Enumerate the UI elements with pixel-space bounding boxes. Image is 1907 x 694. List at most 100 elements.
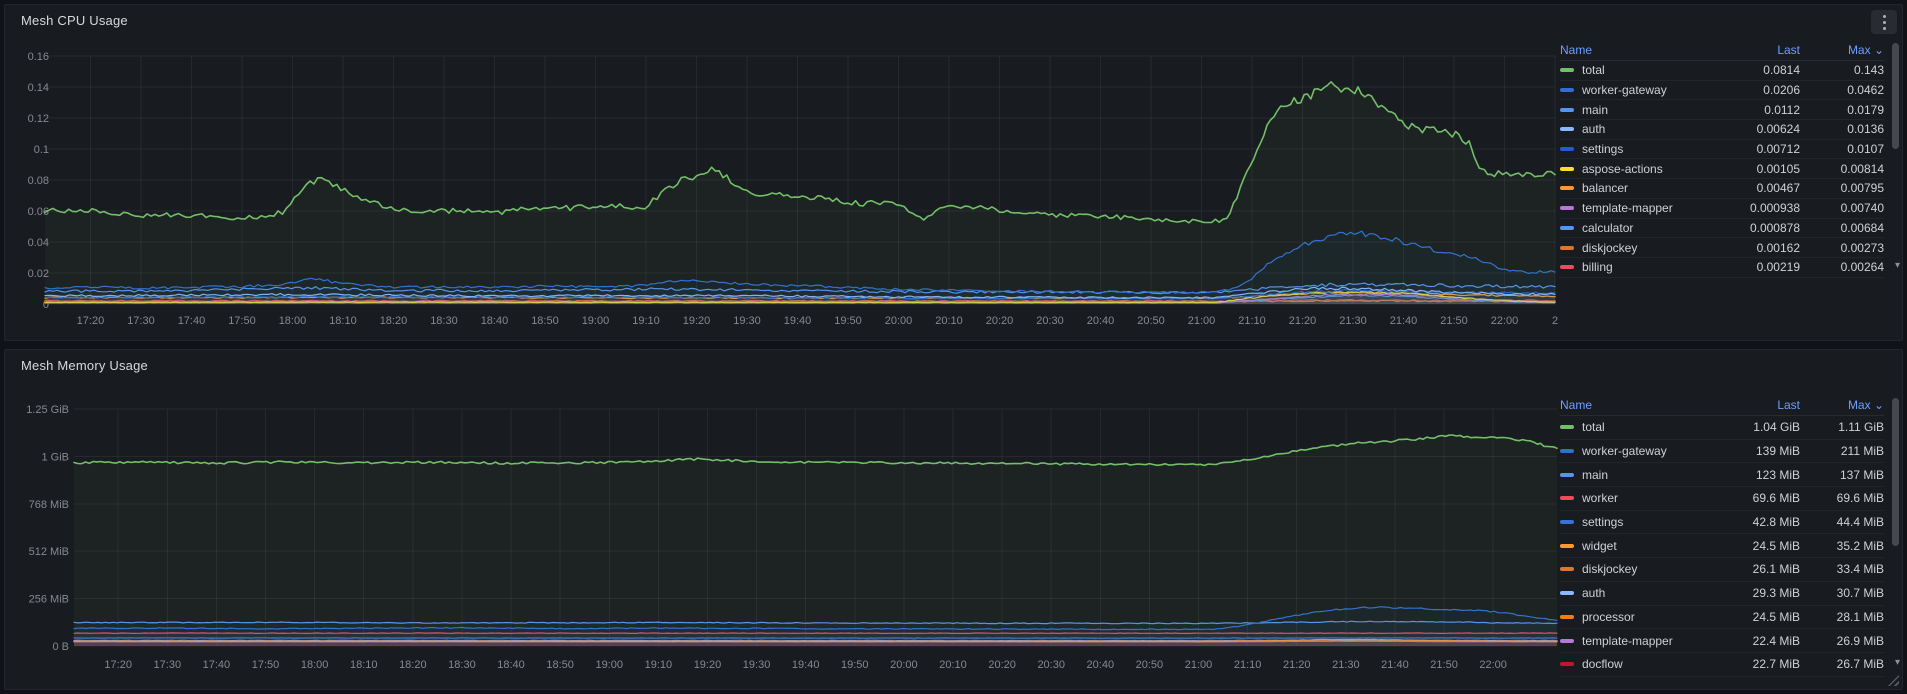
series-name[interactable]: diskjockey bbox=[1582, 241, 1722, 255]
legend-row[interactable]: worker-gateway 139 MiB 211 MiB bbox=[1560, 440, 1884, 464]
kebab-icon bbox=[1882, 14, 1886, 18]
legend-row[interactable]: main 123 MiB 137 MiB bbox=[1560, 463, 1884, 488]
series-last-value: 29.3 MiB bbox=[1752, 586, 1800, 601]
legend-scrollbar[interactable] bbox=[1892, 398, 1899, 546]
series-max-value: 35.2 MiB bbox=[1836, 538, 1884, 553]
series-name[interactable]: aspose-actions bbox=[1582, 162, 1722, 176]
series-name[interactable]: total bbox=[1582, 63, 1722, 77]
svg-text:21:10: 21:10 bbox=[1238, 315, 1266, 327]
page-title[interactable]: Mesh Memory Usage bbox=[21, 358, 148, 373]
legend-row[interactable]: settings 0.00712 0.0107 bbox=[1560, 140, 1884, 160]
legend-row[interactable]: total 0.0814 0.143 bbox=[1560, 61, 1884, 81]
legend-row[interactable]: calculator 0.000878 0.00684 bbox=[1560, 219, 1884, 239]
legend-row[interactable]: auth 29.3 MiB 30.7 MiB bbox=[1560, 582, 1884, 606]
svg-text:20:10: 20:10 bbox=[935, 315, 963, 327]
legend-sort-name[interactable]: Name bbox=[1560, 43, 1722, 57]
legend-row[interactable]: worker 69.6 MiB 69.6 MiB bbox=[1560, 487, 1884, 511]
svg-text:0 B: 0 B bbox=[52, 641, 69, 653]
series-name[interactable]: main bbox=[1582, 103, 1722, 117]
legend-row[interactable]: diskjockey 26.1 MiB 33.4 MiB bbox=[1560, 558, 1884, 582]
svg-text:17:20: 17:20 bbox=[104, 659, 132, 671]
series-name[interactable]: template-mapper bbox=[1582, 634, 1722, 648]
page-title[interactable]: Mesh CPU Usage bbox=[21, 13, 128, 28]
legend-row[interactable]: auth 0.00624 0.0136 bbox=[1560, 120, 1884, 140]
svg-text:18:10: 18:10 bbox=[350, 659, 378, 671]
legend-sort-max[interactable]: Max ⌄ bbox=[1800, 43, 1884, 57]
panel-memory-usage: Mesh Memory Usage 1.25 GiB 1 GiB 768 MiB 51… bbox=[4, 349, 1903, 690]
legend-sort-last[interactable]: Last bbox=[1722, 398, 1800, 412]
legend-row[interactable]: widget 24.5 MiB 35.2 MiB bbox=[1560, 534, 1884, 559]
panel-menu-button[interactable] bbox=[1871, 10, 1897, 34]
svg-text:18:50: 18:50 bbox=[546, 659, 574, 671]
svg-text:21:30: 21:30 bbox=[1332, 659, 1360, 671]
legend-row[interactable]: template-mapper 0.000938 0.00740 bbox=[1560, 199, 1884, 219]
series-last-value: 0.00467 bbox=[1756, 181, 1800, 196]
svg-text:18:50: 18:50 bbox=[531, 315, 559, 327]
legend-row[interactable]: settings 42.8 MiB 44.4 MiB bbox=[1560, 511, 1884, 535]
legend-row[interactable]: aspose-actions 0.00105 0.00814 bbox=[1560, 159, 1884, 180]
series-name[interactable]: auth bbox=[1582, 586, 1722, 600]
series-color-icon bbox=[1560, 449, 1574, 454]
scroll-down-icon[interactable]: ▾ bbox=[1895, 658, 1900, 668]
series-color-icon bbox=[1560, 166, 1574, 171]
panel-resize-handle[interactable] bbox=[1888, 675, 1899, 686]
series-name[interactable]: worker bbox=[1582, 491, 1722, 505]
series-name[interactable]: processor bbox=[1582, 610, 1722, 624]
series-color-icon bbox=[1560, 520, 1574, 525]
legend-scrollbar[interactable] bbox=[1892, 43, 1899, 149]
series-max-value: 137 MiB bbox=[1839, 467, 1884, 482]
series-max-value: 26.9 MiB bbox=[1836, 633, 1884, 648]
svg-text:18:30: 18:30 bbox=[430, 315, 458, 327]
series-name[interactable]: docflow bbox=[1582, 657, 1722, 671]
svg-text:17:50: 17:50 bbox=[252, 659, 280, 671]
svg-text:18:20: 18:20 bbox=[380, 315, 408, 327]
series-max-value: 0.00795 bbox=[1840, 181, 1884, 196]
series-max-value: 26.7 MiB bbox=[1836, 657, 1884, 672]
series-color-icon bbox=[1560, 496, 1574, 501]
series-name[interactable]: auth bbox=[1582, 122, 1722, 136]
svg-text:20:00: 20:00 bbox=[885, 315, 913, 327]
series-name[interactable]: settings bbox=[1582, 142, 1722, 156]
series-last-value: 42.8 MiB bbox=[1752, 515, 1800, 530]
legend-sort-name[interactable]: Name bbox=[1560, 398, 1722, 412]
legend-row[interactable]: billing 0.00219 0.00264 bbox=[1560, 258, 1884, 278]
series-last-value: 69.6 MiB bbox=[1752, 491, 1800, 506]
series-max-value: 0.0107 bbox=[1847, 142, 1884, 157]
svg-text:20:40: 20:40 bbox=[1087, 315, 1115, 327]
series-max-value: 30.7 MiB bbox=[1836, 586, 1884, 601]
legend-row[interactable]: main 0.0112 0.0179 bbox=[1560, 100, 1884, 121]
series-name[interactable]: calculator bbox=[1582, 221, 1722, 235]
svg-text:21:40: 21:40 bbox=[1381, 659, 1409, 671]
series-color-icon bbox=[1560, 614, 1574, 619]
series-name[interactable]: total bbox=[1582, 420, 1722, 434]
legend-row[interactable]: diskjockey 0.00162 0.00273 bbox=[1560, 238, 1884, 258]
legend-sort-last[interactable]: Last bbox=[1722, 43, 1800, 57]
legend-row[interactable]: total 1.04 GiB 1.11 GiB bbox=[1560, 416, 1884, 440]
cpu-usage-chart[interactable]: 0.160.140.120.10.080.060.040.02017:20 17:… bbox=[13, 33, 1565, 333]
memory-usage-chart[interactable]: 1.25 GiB 1 GiB 768 MiB 512 MiB 256 MiB 0 B 17:… bbox=[13, 370, 1565, 680]
legend-row[interactable]: template-mapper 22.4 MiB 26.9 MiB bbox=[1560, 629, 1884, 653]
svg-text:256 MiB: 256 MiB bbox=[29, 594, 69, 606]
series-name[interactable]: main bbox=[1582, 468, 1722, 482]
scroll-down-icon[interactable]: ▾ bbox=[1895, 261, 1900, 271]
legend-sort-max[interactable]: Max ⌄ bbox=[1800, 398, 1884, 412]
series-last-value: 1.04 GiB bbox=[1753, 420, 1800, 435]
series-name[interactable]: settings bbox=[1582, 515, 1722, 529]
series-name[interactable]: worker-gateway bbox=[1582, 444, 1722, 458]
svg-text:21:50: 21:50 bbox=[1430, 659, 1458, 671]
legend-row[interactable]: balancer 0.00467 0.00795 bbox=[1560, 179, 1884, 199]
legend-row[interactable]: processor 24.5 MiB 28.1 MiB bbox=[1560, 606, 1884, 630]
svg-text:17:30: 17:30 bbox=[127, 315, 155, 327]
series-name[interactable]: widget bbox=[1582, 539, 1722, 553]
series-max-value: 1.11 GiB bbox=[1838, 420, 1884, 435]
series-name[interactable]: diskjockey bbox=[1582, 562, 1722, 576]
legend-row[interactable]: docflow 22.7 MiB 26.7 MiB bbox=[1560, 653, 1884, 677]
legend-table: Name Last Max ⌄ total 0.0814 0.143 worker-gate… bbox=[1560, 39, 1884, 278]
svg-text:19:30: 19:30 bbox=[743, 659, 771, 671]
series-name[interactable]: billing bbox=[1582, 260, 1722, 274]
series-name[interactable]: balancer bbox=[1582, 181, 1722, 195]
series-name[interactable]: worker-gateway bbox=[1582, 83, 1722, 97]
legend-row[interactable]: worker-gateway 0.0206 0.0462 bbox=[1560, 81, 1884, 101]
svg-text:17:40: 17:40 bbox=[178, 315, 206, 327]
series-name[interactable]: template-mapper bbox=[1582, 201, 1722, 215]
